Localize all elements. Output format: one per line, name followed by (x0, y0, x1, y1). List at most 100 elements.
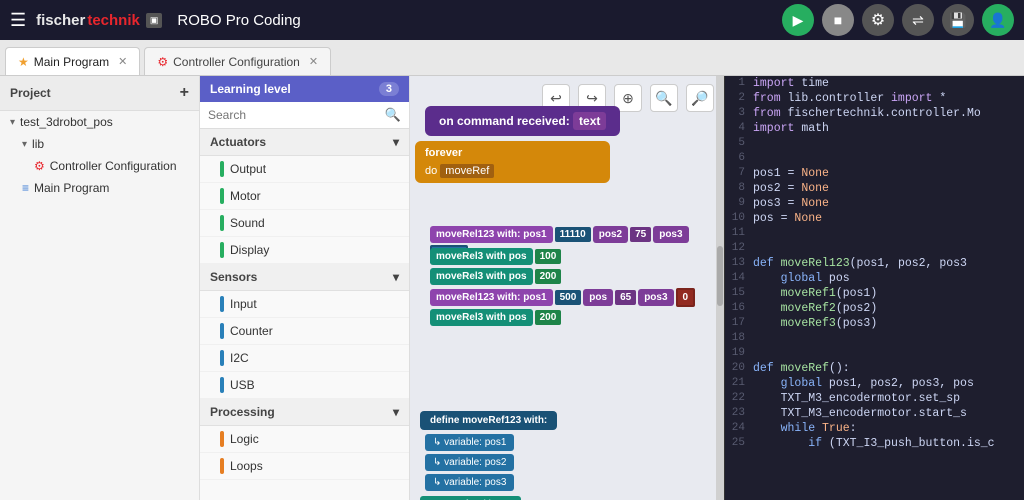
code-line-21: 21 global pos1, pos2, pos3, pos (725, 376, 1024, 391)
num-500[interactable]: 500 (555, 290, 582, 305)
code-line-18: 18 (725, 331, 1024, 346)
define-block[interactable]: define moveRef123 with: (420, 411, 557, 430)
tree-item-lib[interactable]: ▾ lib (0, 133, 199, 155)
input-color-bar (220, 296, 224, 312)
code-line-13: 13 def moveRel123(pos1, pos2, pos3 (725, 256, 1024, 271)
block-item-motor[interactable]: Motor (200, 183, 409, 210)
block-panel-title: Learning level (210, 82, 291, 96)
category-actuators[interactable]: Actuators ▾ (200, 129, 409, 156)
play-button[interactable]: ▶ (782, 4, 814, 36)
project-label: Project (10, 86, 51, 100)
category-sensors[interactable]: Sensors ▾ (200, 264, 409, 291)
num-75[interactable]: 75 (630, 227, 651, 242)
tree-icon-main: ≡ (22, 181, 29, 195)
add-project-icon[interactable]: + (180, 84, 189, 102)
pos3-label-1: pos3 (653, 226, 688, 243)
block-panel-header: Learning level 3 (200, 76, 409, 102)
pos-label: pos (583, 289, 613, 306)
tree-arrow-lib: ▾ (22, 139, 27, 150)
save-button[interactable]: 💾 (942, 4, 974, 36)
loops-color-bar (220, 458, 224, 474)
num-200-1[interactable]: 200 (535, 269, 562, 284)
variable-pos2-block[interactable]: ↳ variable: pos2 (425, 454, 514, 471)
forever-container: forever do moveRef (415, 141, 610, 183)
code-line-5: 5 (725, 136, 1024, 151)
move-rel3-block-1[interactable]: moveRel3 with pos (430, 248, 533, 265)
on-command-block[interactable]: on command received: text (425, 106, 620, 136)
num-0[interactable]: 0 (676, 288, 696, 307)
tree-item-main-program[interactable]: ≡ Main Program (0, 177, 199, 199)
stop-button[interactable]: ■ (822, 4, 854, 36)
category-actuators-label: Actuators (210, 135, 266, 149)
block-item-sound-label: Sound (230, 216, 265, 230)
block-item-output[interactable]: Output (200, 156, 409, 183)
code-line-17: 17 moveRef3(pos3) (725, 316, 1024, 331)
variable-pos1-block[interactable]: ↳ variable: pos1 (425, 434, 514, 451)
block-item-display-label: Display (230, 243, 269, 257)
motor-color-bar (220, 188, 224, 204)
tab-main-program[interactable]: ★ Main Program ✕ (5, 47, 140, 75)
logo: fischertechnik ▣ (36, 12, 162, 29)
move-rel3-block-2[interactable]: moveRel3 with pos (430, 268, 533, 285)
tree-icon-config: ⚙ (34, 159, 45, 173)
canvas-area[interactable]: ↩ ↪ ⊕ 🔍 🔎 on command received: text fore… (410, 76, 724, 500)
block-item-input[interactable]: Input (200, 291, 409, 318)
logo-fischer: fischer (36, 12, 85, 29)
block-item-display[interactable]: Display (200, 237, 409, 264)
tab-controller-config[interactable]: ⚙ Controller Configuration ✕ (144, 47, 331, 75)
block-item-loops[interactable]: Loops (200, 453, 409, 480)
scrollbar-thumb[interactable] (717, 246, 723, 306)
num-65[interactable]: 65 (615, 290, 636, 305)
pos2-label: pos2 (593, 226, 628, 243)
block-item-output-label: Output (230, 162, 266, 176)
category-sensors-icon: ▾ (393, 270, 399, 284)
usb-color-bar (220, 377, 224, 393)
num-11110[interactable]: 11110 (555, 227, 591, 242)
do-block[interactable]: do moveRef (419, 163, 606, 179)
block-item-motor-label: Motor (230, 189, 261, 203)
settings-button[interactable]: ⚙ (862, 4, 894, 36)
code-line-14: 14 global pos (725, 271, 1024, 286)
code-line-2: 2 from lib.controller import * (725, 91, 1024, 106)
block-search[interactable]: 🔍 (200, 102, 409, 129)
code-line-23: 23 TXT_M3_encodermotor.start_s (725, 406, 1024, 421)
variable-pos3-block[interactable]: ↳ variable: pos3 (425, 474, 514, 491)
num-100[interactable]: 100 (535, 249, 562, 264)
canvas-scrollbar[interactable] (716, 76, 724, 500)
code-panel: 1 import time 2 from lib.controller impo… (724, 76, 1024, 500)
block-item-sound[interactable]: Sound (200, 210, 409, 237)
text-value-chip: text (573, 112, 606, 130)
tree-item-root[interactable]: ▾ test_3drobot_pos (0, 111, 199, 133)
zoom-in-button[interactable]: 🔎 (686, 84, 714, 112)
tab-icon-main: ★ (18, 55, 29, 69)
search-input[interactable] (208, 108, 385, 122)
move-rel123-block-2[interactable]: moveRel123 with: pos1 (430, 289, 553, 306)
block-item-counter-label: Counter (230, 324, 273, 338)
block-item-i2c[interactable]: I2C (200, 345, 409, 372)
tab-close-main[interactable]: ✕ (118, 55, 127, 68)
block-item-usb[interactable]: USB (200, 372, 409, 399)
tab-close-config[interactable]: ✕ (309, 55, 318, 68)
block-item-logic[interactable]: Logic (200, 426, 409, 453)
level-badge: 3 (379, 82, 399, 96)
sound-color-bar (220, 215, 224, 231)
tab-icon-config: ⚙ (157, 55, 168, 69)
connect-button[interactable]: ⇌ (902, 4, 934, 36)
tree-arrow-root: ▾ (10, 117, 15, 128)
code-line-6: 6 (725, 151, 1024, 166)
user-button[interactable]: 👤 (982, 4, 1014, 36)
move-rel3-block-3[interactable]: moveRel3 with pos (430, 309, 533, 326)
move-rel123-block[interactable]: moveRel123 with: pos1 (430, 226, 553, 243)
move-ref1-block[interactable]: moveRef1 with pos (420, 496, 521, 500)
category-processing[interactable]: Processing ▾ (200, 399, 409, 426)
tree-item-controller-config[interactable]: ⚙ Controller Configuration (0, 155, 199, 177)
block-item-counter[interactable]: Counter (200, 318, 409, 345)
category-processing-label: Processing (210, 405, 275, 419)
num-200-2[interactable]: 200 (535, 310, 562, 325)
zoom-out-button[interactable]: 🔍 (650, 84, 678, 112)
topbar: ☰ fischertechnik ▣ ROBO Pro Coding ▶ ■ ⚙… (0, 0, 1024, 40)
output-color-bar (220, 161, 224, 177)
hamburger-icon[interactable]: ☰ (10, 10, 26, 31)
code-line-9: 9 pos3 = None (725, 196, 1024, 211)
code-line-10: 10 pos = None (725, 211, 1024, 226)
